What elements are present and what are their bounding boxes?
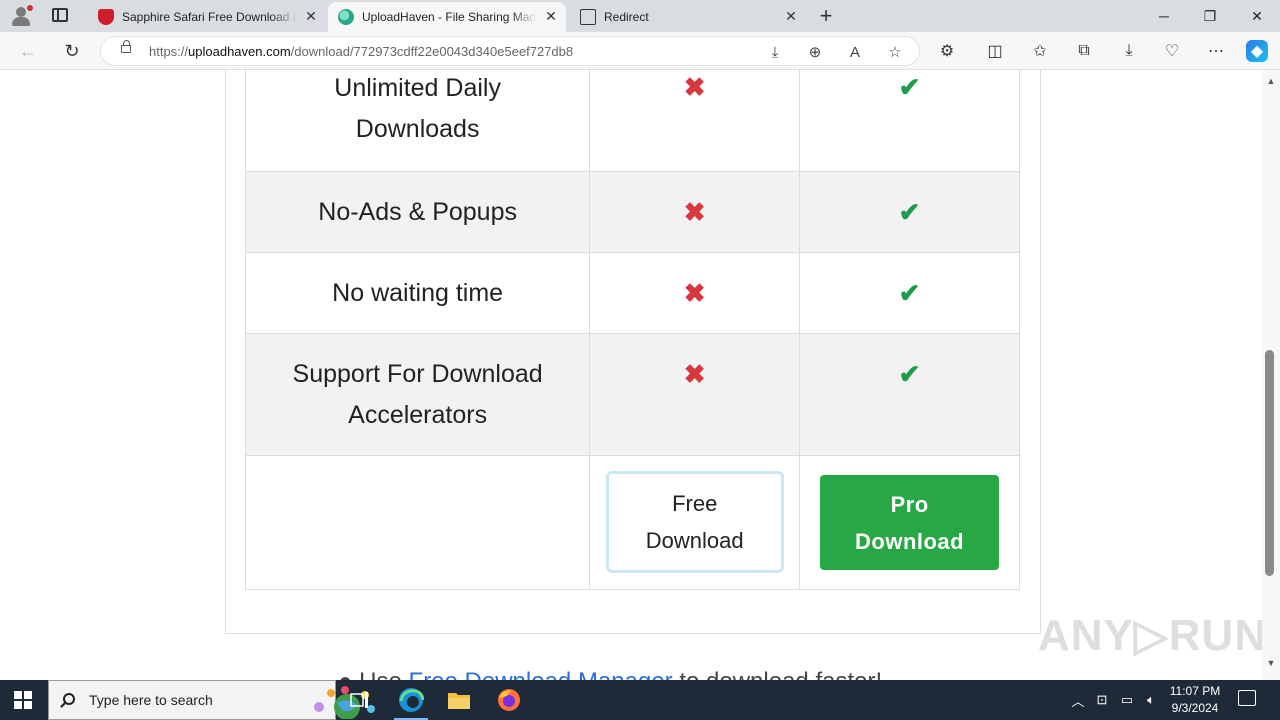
taskbar-search-box[interactable]: Type here to search [48, 680, 375, 720]
system-clock[interactable]: 11:07 PM 9/3/2024 [1160, 683, 1230, 717]
tray-overflow-icon[interactable]: ︿ [1068, 680, 1088, 720]
table-row: No waiting time ✖ ✔ [244, 252, 1020, 334]
scrollbar-thumb[interactable] [1265, 350, 1274, 576]
tab-uploadhaven[interactable]: UploadHaven - File Sharing Made ✕ [328, 2, 566, 32]
check-icon: ✔ [898, 359, 921, 389]
feature-label: Unlimited Daily Downloads [244, 70, 591, 172]
table-row: Free Download Pro Download [244, 455, 1020, 590]
close-tab-icon[interactable]: ✕ [544, 9, 558, 23]
watermark-logo: ANY▷RUN [1038, 611, 1262, 660]
document-icon [580, 9, 596, 25]
search-placeholder: Type here to search [89, 692, 213, 708]
more-menu-icon[interactable]: ⋯ [1205, 40, 1227, 62]
new-tab-icon[interactable]: + [816, 5, 836, 27]
read-aloud-icon[interactable]: A [845, 42, 865, 62]
meet-now-icon[interactable]: ⊡ [1092, 680, 1112, 720]
notification-icon[interactable] [1238, 690, 1256, 706]
close-window-icon[interactable]: ✕ [1234, 0, 1280, 32]
tab-sapphire[interactable]: Sapphire Safari Free Download (W ✕ [88, 2, 326, 32]
close-tab-icon[interactable]: ✕ [784, 9, 798, 23]
edge-taskbar-icon[interactable] [388, 680, 434, 720]
extensions-icon[interactable]: ⚙ [936, 40, 958, 62]
close-tab-icon[interactable]: ✕ [304, 9, 318, 23]
fdm-link[interactable]: Free Download Manager [409, 668, 673, 680]
windows-start-icon[interactable] [14, 691, 32, 709]
free-download-button[interactable]: Free Download [605, 471, 784, 573]
volume-icon[interactable]: 🔈︎ [1140, 680, 1162, 720]
feature-comparison-table: Unlimited Daily Downloads ✖ ✔ No-Ads & P… [244, 70, 1020, 590]
sapphire-icon [98, 9, 114, 25]
empty-cell [244, 455, 591, 590]
search-icon [63, 693, 75, 705]
tab-title: UploadHaven - File Sharing Made [362, 10, 537, 24]
scroll-down-icon[interactable]: ▼ [1266, 658, 1276, 668]
network-icon[interactable]: ▭ [1116, 680, 1138, 720]
firefox-icon[interactable] [486, 680, 532, 720]
profile-icon[interactable] [8, 4, 36, 28]
check-icon: ✔ [898, 197, 921, 227]
favorite-star-icon[interactable]: ☆ [885, 42, 905, 62]
tab-title: Sapphire Safari Free Download (W [122, 10, 297, 24]
split-screen-icon[interactable]: ◫ [984, 40, 1006, 62]
favorites-icon[interactable]: ✩ [1029, 40, 1051, 62]
browser-essentials-icon[interactable]: ♡ [1161, 40, 1183, 62]
tab-actions-icon[interactable] [52, 8, 68, 22]
downloads-icon[interactable]: ⤓ [1118, 40, 1140, 62]
lock-icon[interactable] [121, 40, 131, 53]
table-row: Support For Download Accelerators ✖ ✔ [244, 333, 1020, 456]
feature-label: No waiting time [244, 252, 591, 334]
feature-label: No-Ads & Popups [244, 171, 591, 253]
cross-icon: ✖ [683, 359, 706, 389]
restore-icon[interactable]: ❐ [1187, 0, 1233, 32]
cross-icon: ✖ [683, 72, 706, 102]
pro-download-button[interactable]: Pro Download [820, 475, 1000, 570]
task-view-icon[interactable] [337, 680, 383, 720]
copilot-icon[interactable]: ◆ [1246, 40, 1268, 62]
table-row: Unlimited Daily Downloads ✖ ✔ [244, 70, 1020, 172]
navigation-bar: ← ↻ https://uploadhaven.com/download/772… [0, 32, 1280, 70]
collections-icon[interactable]: ⧉ [1073, 40, 1095, 62]
back-icon[interactable]: ← [16, 39, 40, 63]
clock-date: 9/3/2024 [1171, 701, 1219, 715]
cross-icon: ✖ [683, 278, 706, 308]
feature-label: Support For Download Accelerators [244, 333, 591, 456]
taskbar: Type here to search ︿ ⊡ ▭ 🔈︎ 11:07 PM 9/… [0, 680, 1280, 720]
vertical-scrollbar[interactable]: ▲ ▼ [1262, 70, 1280, 680]
tab-strip: Sapphire Safari Free Download (W ✕ Uploa… [0, 0, 1280, 32]
url-text[interactable]: https://uploadhaven.com/download/772973c… [149, 44, 573, 59]
check-icon: ✔ [898, 278, 921, 308]
tab-title: Redirect [604, 10, 649, 24]
address-bar[interactable]: https://uploadhaven.com/download/772973c… [100, 36, 920, 66]
refresh-icon[interactable]: ↻ [60, 39, 84, 63]
zoom-icon[interactable]: ⊕ [805, 42, 825, 62]
file-explorer-icon[interactable] [436, 680, 482, 720]
uploadhaven-icon [338, 9, 354, 25]
table-row: No-Ads & Popups ✖ ✔ [244, 171, 1020, 253]
fdm-promo-text: ● Use Free Download Manager to download … [338, 668, 882, 680]
clock-time: 11:07 PM [1169, 684, 1221, 698]
tab-redirect[interactable]: Redirect ✕ [568, 2, 806, 32]
scroll-up-icon[interactable]: ▲ [1266, 76, 1276, 86]
cross-icon: ✖ [683, 197, 706, 227]
minimize-icon[interactable]: ─ [1141, 0, 1187, 32]
page-viewport: Unlimited Daily Downloads ✖ ✔ No-Ads & P… [0, 70, 1262, 680]
info-icon: ● [338, 668, 353, 680]
download-blocked-icon[interactable]: ⤓ [765, 42, 785, 62]
check-icon: ✔ [898, 72, 921, 102]
